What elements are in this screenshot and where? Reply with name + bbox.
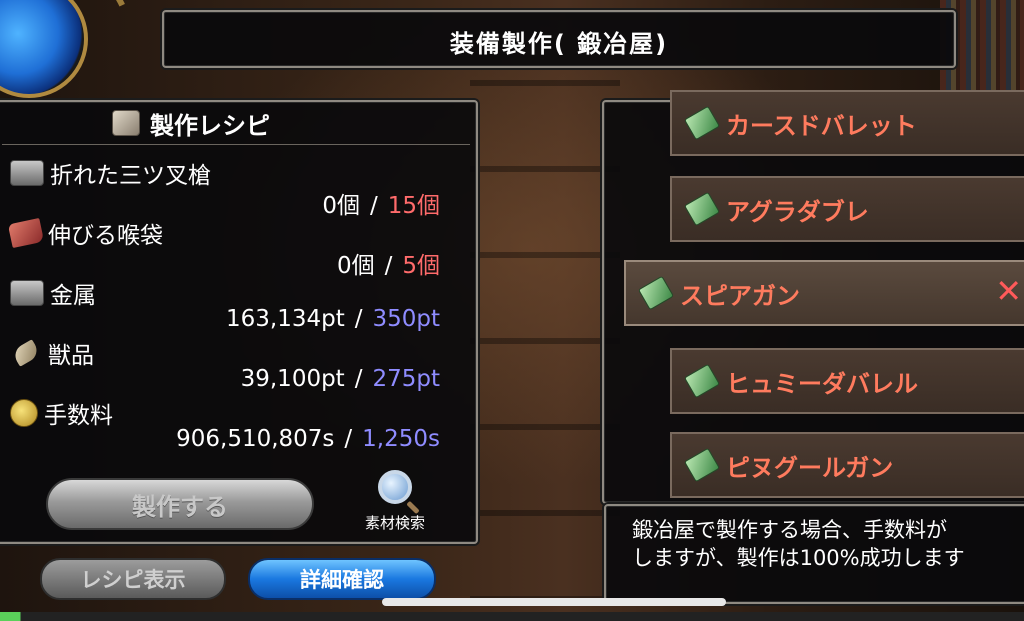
material-have: 163,134pt <box>225 306 345 332</box>
list-item-selected[interactable]: スピアガン ✕ <box>624 260 1024 326</box>
list-item[interactable]: カースドバレット <box>670 90 1024 156</box>
list-item[interactable]: ヒュミーダバレル <box>670 348 1024 414</box>
material-row: 金属 163,134pt / 350pt <box>6 276 446 332</box>
separator: / <box>354 366 363 392</box>
metal-ingot-icon <box>10 280 44 306</box>
fang-icon <box>11 339 41 367</box>
material-name: 伸びる喉袋 <box>48 223 163 249</box>
background-shelves <box>470 0 620 621</box>
gun-icon <box>683 105 721 141</box>
list-item-label: カースドバレット <box>726 111 917 140</box>
page-title: 装備製作( 鍛冶屋) <box>449 30 669 58</box>
recipe-header-label: 製作レシピ <box>150 111 270 140</box>
material-search-label: 素材検索 <box>364 514 425 532</box>
material-row: 手数料 906,510,807s / 1,250s <box>6 396 446 452</box>
material-count: 39,100pt / 275pt <box>241 366 440 392</box>
gun-icon <box>683 363 721 399</box>
material-name: 獣品 <box>48 343 94 369</box>
material-row: 伸びる喉袋 0個/5個 <box>6 216 446 279</box>
home-indicator[interactable] <box>382 598 726 606</box>
description-line: しますが、製作は100%成功します <box>632 546 965 570</box>
list-item[interactable]: ピヌグールガン <box>670 432 1024 498</box>
make-button[interactable]: 製作する <box>46 478 314 530</box>
list-item-label: アグラダブレ <box>726 197 869 226</box>
material-have: 39,100pt <box>240 366 345 392</box>
detail-confirm-button[interactable]: 詳細確認 <box>248 558 436 600</box>
material-count: 906,510,807s / 1,250s <box>176 426 440 452</box>
description-panel: 鍛冶屋で製作する場合、手数料が しますが、製作は100%成功します <box>604 504 1024 604</box>
material-search-button[interactable]: 素材検索 <box>340 470 450 536</box>
material-row: 折れた三ツ叉槍 0個/15個 <box>6 156 446 219</box>
material-need: 275pt <box>372 366 440 392</box>
gun-icon <box>637 275 675 311</box>
recipe-panel: 製作レシピ 折れた三ツ叉槍 0個/15個 伸びる喉袋 0個/5個 金属 163,… <box>0 100 478 544</box>
list-item[interactable]: アグラダブレ <box>670 176 1024 242</box>
gun-icon <box>683 191 721 227</box>
material-row: 獣品 39,100pt / 275pt <box>6 336 446 392</box>
title-bar: 装備製作( 鍛冶屋) <box>162 10 956 68</box>
cloth-pouch-icon <box>7 217 45 249</box>
material-need: 1,250s <box>362 426 440 452</box>
material-need: 350pt <box>372 306 440 332</box>
coin-icon <box>10 399 38 427</box>
separator: / <box>344 426 353 452</box>
separator: / <box>354 306 363 332</box>
list-item-label: スピアガン <box>680 281 800 310</box>
recipe-view-button[interactable]: レシピ表示 <box>40 558 226 600</box>
material-name: 折れた三ツ叉槍 <box>50 163 211 189</box>
recipe-header: 製作レシピ <box>112 106 270 140</box>
list-item-label: ピヌグールガン <box>726 453 894 482</box>
material-name: 金属 <box>50 283 96 309</box>
material-count: 0個/5個 <box>337 246 440 280</box>
divider <box>2 144 470 145</box>
magnifier-icon <box>378 470 412 504</box>
close-icon[interactable]: ✕ <box>995 272 1022 310</box>
material-have: 906,510,807s <box>176 426 335 452</box>
material-count: 0個/15個 <box>322 186 440 220</box>
anvil-icon <box>112 110 140 136</box>
list-item-label: ヒュミーダバレル <box>726 369 918 398</box>
gun-icon <box>683 447 721 483</box>
material-count: 163,134pt / 350pt <box>226 306 440 332</box>
description-text: 鍛冶屋で製作する場合、手数料が しますが、製作は100%成功します <box>632 516 965 572</box>
description-line: 鍛冶屋で製作する場合、手数料が <box>632 518 947 542</box>
material-name: 手数料 <box>44 403 113 429</box>
bottom-gauge <box>0 612 1024 621</box>
metal-ingot-icon <box>10 160 44 186</box>
